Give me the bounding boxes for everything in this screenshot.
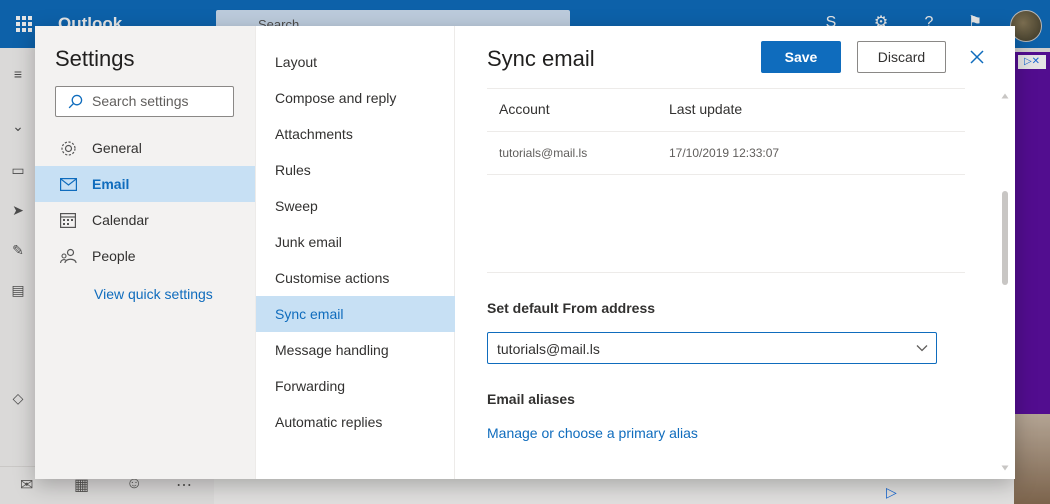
discard-button[interactable]: Discard [857, 41, 946, 73]
last-update-cell: 17/10/2019 12:33:07 [669, 146, 780, 160]
subnav-label: Forwarding [275, 378, 346, 394]
divider [487, 88, 965, 89]
subnav-junk-email[interactable]: Junk email [256, 224, 455, 260]
view-quick-settings-link[interactable]: View quick settings [94, 286, 213, 302]
subnav-compose-and-reply[interactable]: Compose and reply [256, 80, 455, 116]
subnav-label: Sweep [275, 198, 318, 214]
category-calendar[interactable]: Calendar [35, 202, 255, 238]
account-cell: tutorials@mail.ls [499, 146, 588, 160]
subnav-sweep[interactable]: Sweep [256, 188, 455, 224]
subnav-automatic-replies[interactable]: Automatic replies [256, 404, 455, 440]
manage-alias-link[interactable]: Manage or choose a primary alias [487, 425, 698, 441]
subnav-label: Compose and reply [275, 90, 397, 106]
accounts-table-header: Account Last update [487, 90, 965, 132]
subnav-label: Automatic replies [275, 414, 383, 430]
subnav-message-handling[interactable]: Message handling [256, 332, 455, 368]
scroll-up-icon[interactable] [1001, 92, 1009, 100]
scroll-down-icon[interactable] [1001, 464, 1009, 472]
category-email[interactable]: Email [35, 166, 255, 202]
gear-icon [59, 139, 77, 157]
category-label: Calendar [92, 212, 149, 228]
subnav-label: Rules [275, 162, 311, 178]
subnav-attachments[interactable]: Attachments [256, 116, 455, 152]
subnav-forwarding[interactable]: Forwarding [256, 368, 455, 404]
chevron-down-icon [916, 345, 928, 352]
subnav-label: Message handling [275, 342, 389, 358]
subnav-label: Attachments [275, 126, 353, 142]
settings-search-input[interactable] [92, 93, 227, 109]
save-button[interactable]: Save [761, 41, 841, 73]
settings-search-box[interactable] [55, 86, 234, 117]
subnav-rules[interactable]: Rules [256, 152, 455, 188]
mail-icon [59, 175, 77, 193]
search-icon [68, 94, 83, 109]
table-row[interactable]: tutorials@mail.ls 17/10/2019 12:33:07 [487, 132, 965, 175]
pane-title: Sync email [487, 46, 595, 71]
settings-categories-panel: Settings General Email Calendar [35, 26, 255, 479]
email-aliases-label: Email aliases [487, 391, 575, 407]
category-label: General [92, 140, 142, 156]
settings-title: Settings [55, 46, 135, 71]
sync-email-pane: Sync email Save Discard Account Last upd… [455, 26, 1015, 479]
subnav-label: Customise actions [275, 270, 390, 286]
default-from-dropdown[interactable]: tutorials@mail.ls [487, 332, 937, 364]
subnav-customise-actions[interactable]: Customise actions [256, 260, 455, 296]
people-icon [59, 247, 77, 265]
settings-dialog: Settings General Email Calendar [35, 26, 1015, 479]
subnav-layout[interactable]: Layout [256, 44, 455, 80]
column-header-last-update: Last update [669, 101, 743, 117]
divider [487, 272, 965, 273]
default-from-label: Set default From address [487, 300, 656, 316]
default-from-value: tutorials@mail.ls [497, 341, 600, 357]
subnav-sync-email[interactable]: Sync email [256, 296, 455, 332]
column-header-account: Account [499, 101, 550, 117]
subnav-label: Sync email [275, 306, 344, 322]
category-general[interactable]: General [35, 130, 255, 166]
category-label: People [92, 248, 136, 264]
close-icon[interactable] [967, 47, 987, 67]
category-label: Email [92, 176, 130, 192]
subnav-label: Junk email [275, 234, 342, 250]
subnav-label: Layout [275, 54, 318, 70]
email-subnav: Layout Compose and reply Attachments Rul… [255, 26, 455, 479]
scrollbar-thumb[interactable] [1002, 191, 1008, 285]
category-people[interactable]: People [35, 238, 255, 274]
calendar-icon [59, 211, 77, 229]
